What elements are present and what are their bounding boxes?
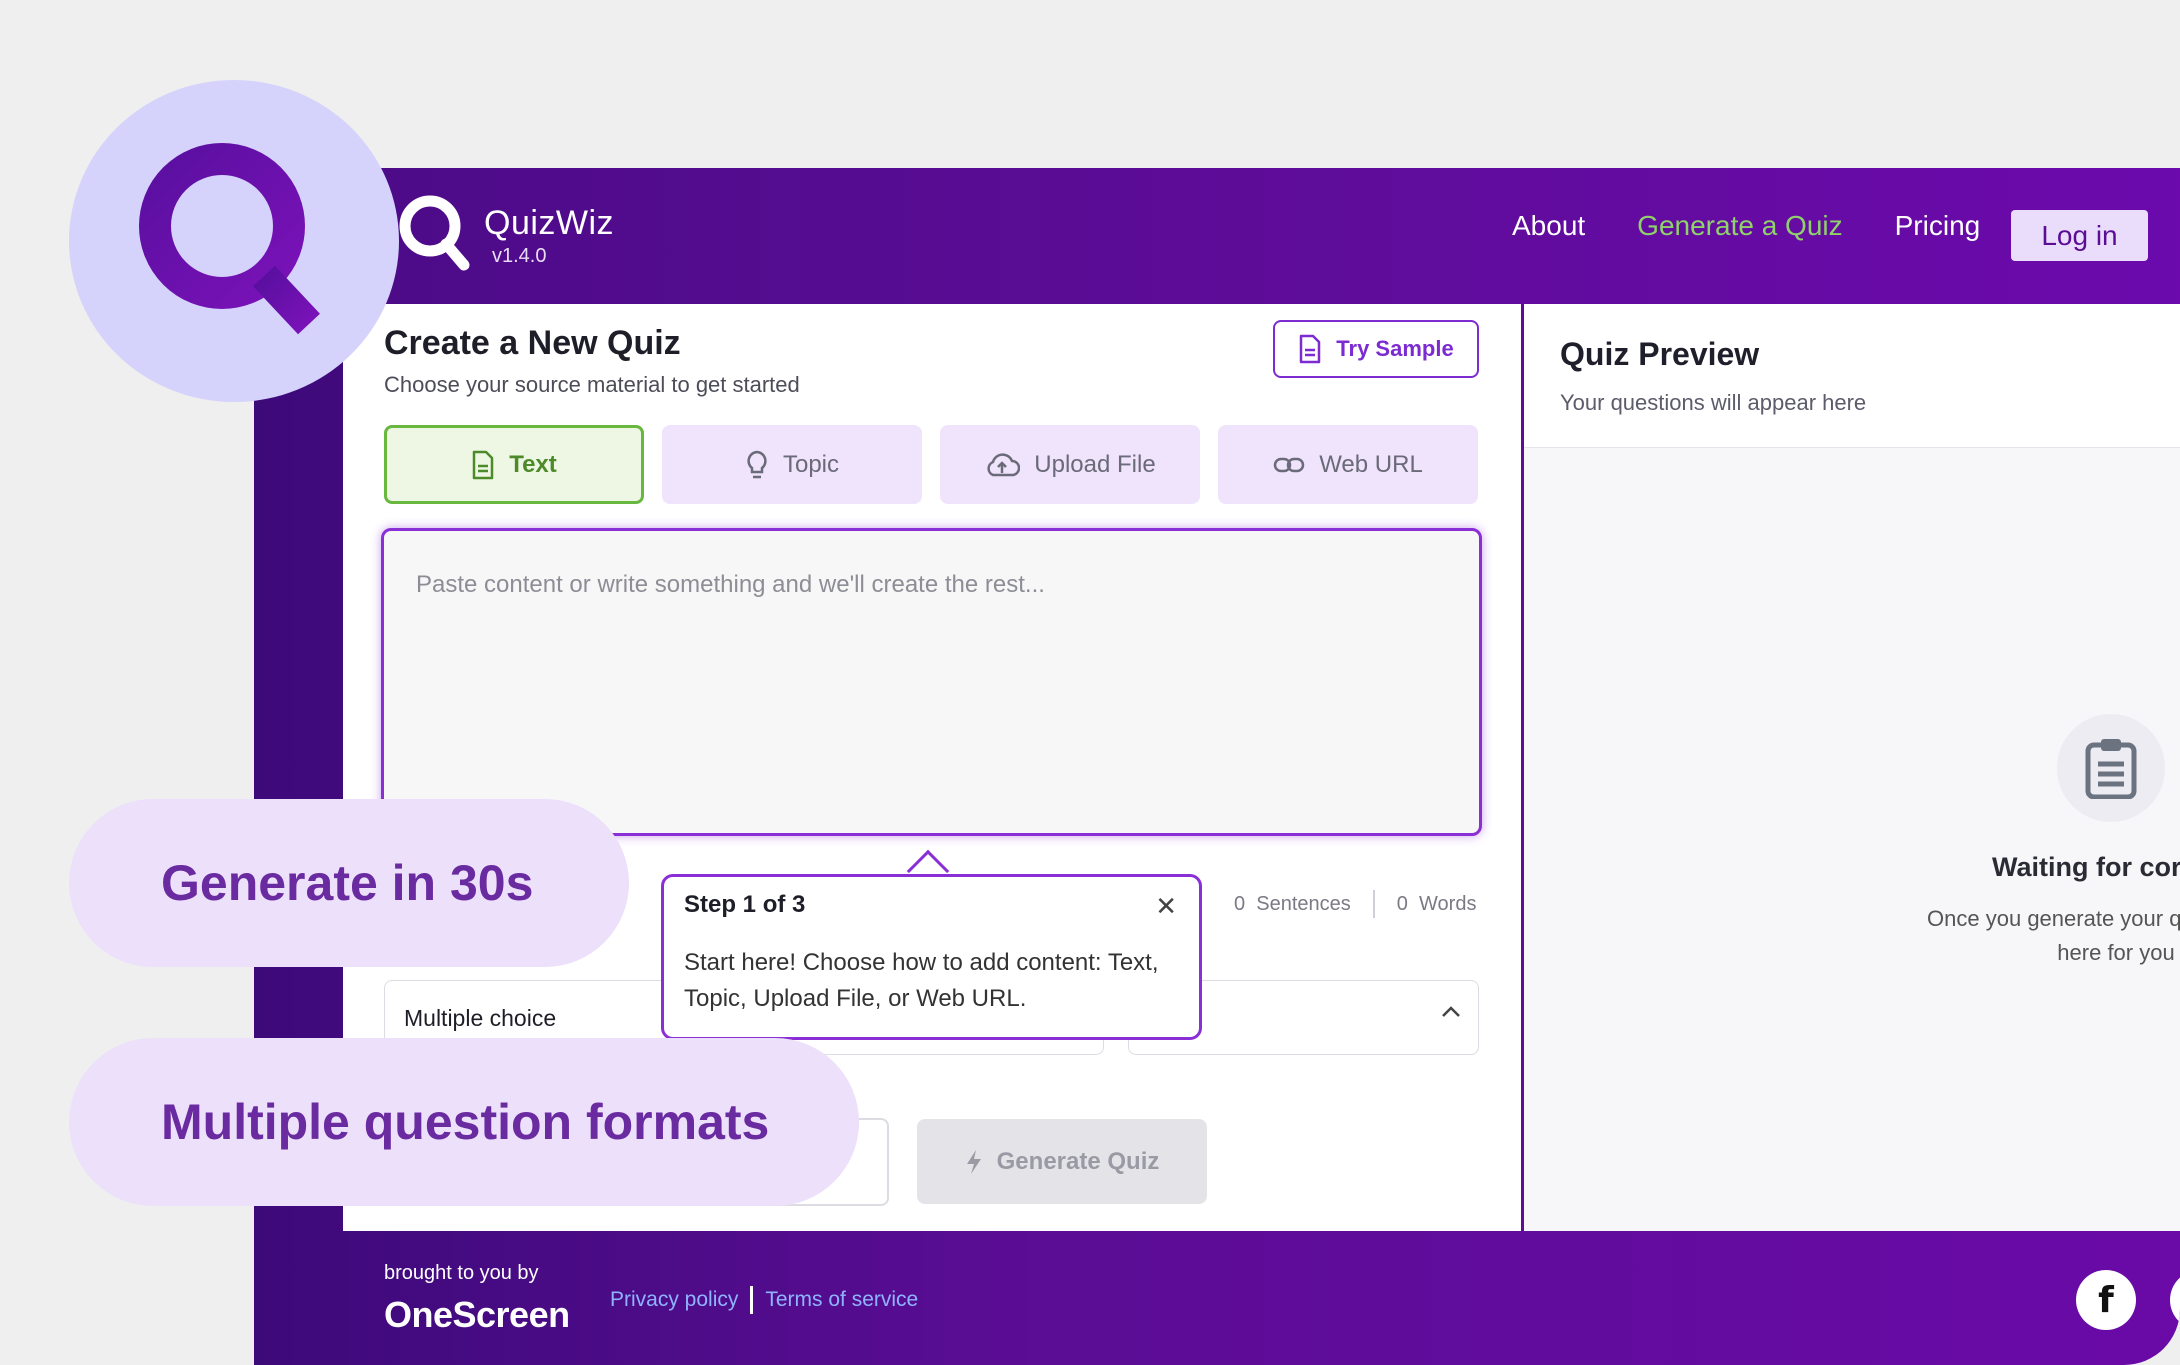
onboarding-tooltip: Step 1 of 3 ✕ Start here! Choose how to … [661,874,1202,1040]
brand-name: QuizWiz [484,203,615,242]
quizwiz-logo-icon [399,195,470,271]
footer-divider [750,1286,754,1314]
clipboard-icon-badge [2057,714,2165,822]
clipboard-icon [2085,739,2137,799]
tab-upload-label: Upload File [1034,450,1156,478]
promo-logo-badge [69,80,399,402]
lightbulb-icon [747,450,767,478]
source-tabs: Text Topic Upload File Web URL [384,425,1478,504]
generate-quiz-button[interactable]: Generate Quiz [917,1119,1207,1204]
link-icon [1273,457,1305,472]
preview-title: Quiz Preview [1560,336,1760,372]
preview-subtitle: Your questions will appear here [1560,390,1867,415]
sentence-count: 0 Sentences [1234,892,1351,915]
counts-divider [1372,890,1375,918]
chevron-up-icon[interactable] [1440,1005,1462,1019]
nav-link-about[interactable]: About [1512,210,1585,242]
footer-links: Privacy policy Terms of service [610,1286,918,1314]
brand[interactable]: QuizWiz v1.4.0 [396,190,614,280]
try-sample-label: Try Sample [1336,336,1454,361]
document-icon [1300,334,1321,364]
page-title: Create a New Quiz [384,324,681,362]
footer-brought-by: brought to you by [384,1262,539,1284]
terms-of-service-link[interactable]: Terms of service [765,1288,918,1312]
word-count: 0 Words [1396,892,1477,915]
promo-pill-formats-text: Multiple question formats [161,1094,770,1150]
nav-links: About Generate a Quiz Pricing [1512,210,2032,242]
waiting-text: Once you generate your qu will appear he… [1927,906,2180,965]
document-icon [472,450,494,479]
content-textarea[interactable]: Paste content or write something and we'… [381,528,1482,836]
brand-version: v1.4.0 [492,244,547,267]
footer-company-logo[interactable]: OneScreen [384,1294,570,1336]
tab-topic[interactable]: Topic [662,425,922,504]
promo-pill-speed-text: Generate in 30s [161,855,534,911]
preview-header: Quiz Preview Your questions will appear … [1524,304,2180,448]
tooltip-body: Start here! Choose how to add content: T… [684,949,1159,1012]
nav-link-pricing[interactable]: Pricing [1895,210,1981,242]
tab-text-label: Text [509,450,557,478]
question-type-value: Multiple choice [404,1005,557,1031]
promo-pill-speed: Generate in 30s [69,799,629,967]
quizwiz-logo-icon [139,143,320,335]
screenshot-stage: QuizWiz v1.4.0 About Generate a Quiz Pri… [0,0,2180,1365]
try-sample-button[interactable]: Try Sample [1273,320,1479,378]
privacy-policy-link[interactable]: Privacy policy [610,1288,738,1312]
quiz-preview-panel: Quiz Preview Your questions will appear … [1521,304,2180,1231]
tab-web-url-label: Web URL [1319,450,1423,478]
textarea-placeholder: Paste content or write something and we'… [416,571,1045,598]
content-counts: 0 Sentences 0 Words [1234,890,1476,918]
generate-quiz-label: Generate Quiz [996,1147,1160,1175]
waiting-title: Waiting for cor [1992,852,2180,882]
tab-web-url[interactable]: Web URL [1218,425,1478,504]
tab-upload-file[interactable]: Upload File [940,425,1200,504]
facebook-icon[interactable]: f [2076,1270,2136,1330]
page-subtitle: Choose your source material to get start… [384,372,800,397]
close-icon[interactable]: ✕ [1155,891,1177,922]
tab-text[interactable]: Text [384,425,644,504]
tooltip-title: Step 1 of 3 [684,891,806,918]
tab-topic-label: Topic [782,450,840,478]
promo-pill-formats: Multiple question formats [69,1038,859,1206]
nav-link-generate-quiz[interactable]: Generate a Quiz [1637,210,1842,242]
login-button[interactable]: Log in [2011,210,2148,261]
cloud-upload-icon [987,452,1021,476]
lightning-icon [966,1149,981,1174]
